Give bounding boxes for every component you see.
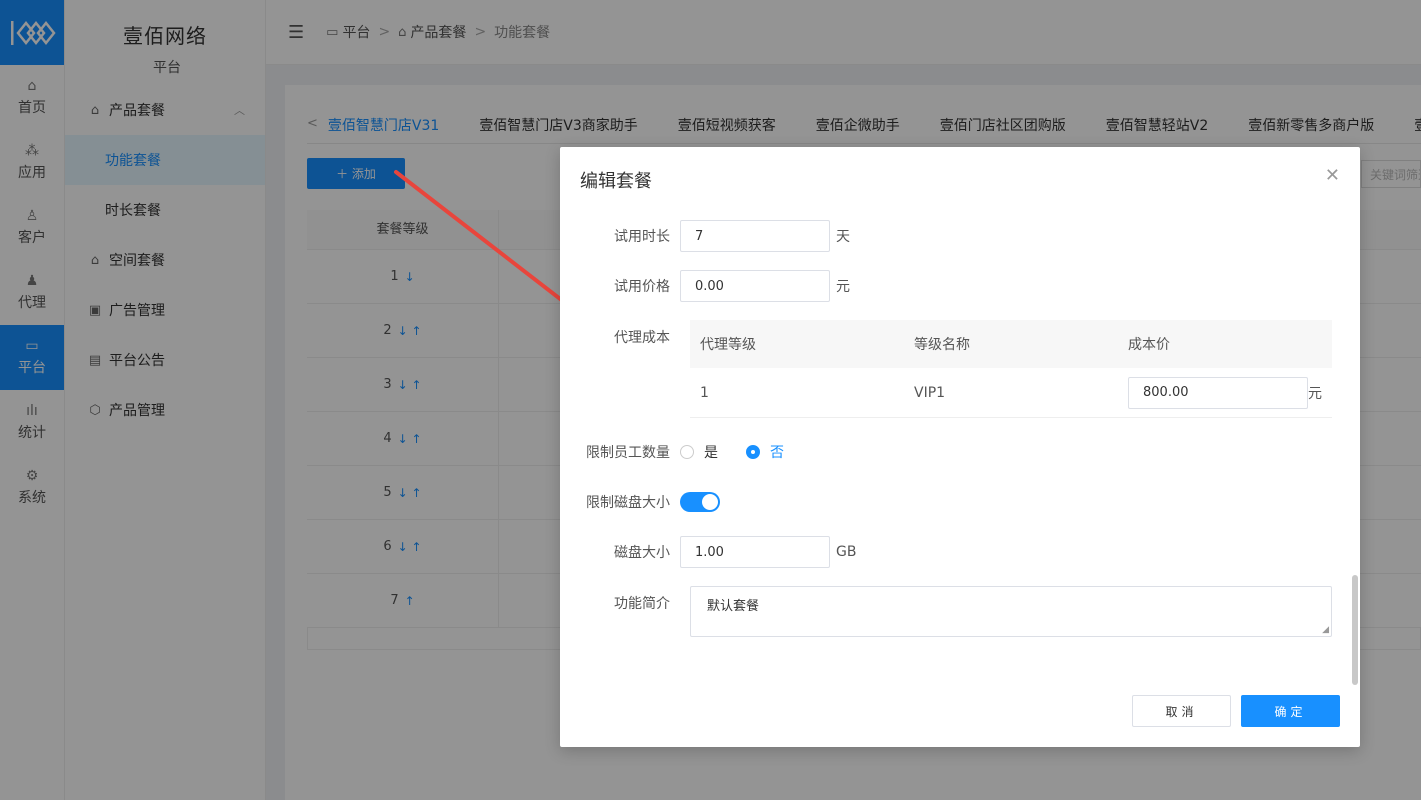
trial-price-row: 试用价格 0.00 元 <box>560 270 850 302</box>
limit-staff-yes-radio[interactable]: 是 <box>680 442 718 462</box>
trial-price-unit: 元 <box>836 279 850 295</box>
cost-price-input[interactable]: 800.00 <box>1128 376 1308 409</box>
disk-size-input[interactable]: 1.00 <box>680 536 830 568</box>
close-icon[interactable]: ✕ <box>1325 165 1340 186</box>
radio-unchecked-icon <box>680 445 694 459</box>
column-header-level-name: 等级名称 <box>914 337 970 353</box>
cancel-button[interactable]: 取消 <box>1132 695 1231 727</box>
agent-cost-label: 代理成本 <box>614 330 670 346</box>
confirm-button[interactable]: 确定 <box>1241 695 1340 727</box>
resize-handle-icon[interactable]: ◢ <box>1322 625 1329 635</box>
trial-days-row: 试用时长 7 天 <box>560 220 850 252</box>
agent-cost-table: 代理等级 等级名称 成本价 1 VIP1 800.00 元 <box>690 320 1332 418</box>
disk-size-unit: GB <box>836 544 857 560</box>
disk-size-label: 磁盘大小 <box>614 545 670 561</box>
disk-size-row: 磁盘大小 1.00 GB <box>560 536 856 568</box>
cost-cell: 800.00 元 <box>1118 376 1322 409</box>
table-row: 1 VIP1 800.00 元 <box>690 368 1332 418</box>
limit-disk-row: 限制磁盘大小 <box>560 492 720 512</box>
dialog-scrollbar[interactable] <box>1352 575 1358 685</box>
limit-staff-no-radio[interactable]: 否 <box>746 442 784 462</box>
intro-row: 功能简介 <box>560 593 680 613</box>
column-header-agent-level: 代理等级 <box>700 337 756 353</box>
agent-cost-table-header: 代理等级 等级名称 成本价 <box>690 320 1332 368</box>
trial-price-input[interactable]: 0.00 <box>680 270 830 302</box>
radio-label-no: 否 <box>770 445 784 461</box>
limit-disk-label: 限制磁盘大小 <box>586 495 670 511</box>
trial-price-label: 试用价格 <box>614 279 670 295</box>
limit-staff-label: 限制员工数量 <box>586 445 670 461</box>
limit-disk-toggle[interactable] <box>680 492 720 512</box>
trial-days-label: 试用时长 <box>614 229 670 245</box>
agent-cost-row: 代理成本 <box>560 327 680 347</box>
trial-days-input[interactable]: 7 <box>680 220 830 252</box>
edit-package-dialog: 编辑套餐 ✕ 试用时长 7 天 试用价格 0.00 元 代理成本 代理等级 等级… <box>560 147 1360 747</box>
limit-staff-row: 限制员工数量 是 否 <box>560 443 812 461</box>
trial-days-unit: 天 <box>836 229 850 245</box>
toggle-knob <box>702 494 718 510</box>
intro-textarea[interactable]: 默认套餐 ◢ <box>690 586 1332 637</box>
dialog-title: 编辑套餐 <box>580 171 652 192</box>
intro-text: 默认套餐 <box>707 599 760 614</box>
radio-checked-icon <box>746 445 760 459</box>
intro-label: 功能简介 <box>614 596 670 612</box>
level-name-cell: VIP1 <box>914 384 946 401</box>
radio-label-yes: 是 <box>704 445 718 461</box>
agent-level-cell: 1 <box>700 384 709 401</box>
column-header-cost: 成本价 <box>1128 337 1170 353</box>
cost-unit: 元 <box>1308 385 1322 402</box>
